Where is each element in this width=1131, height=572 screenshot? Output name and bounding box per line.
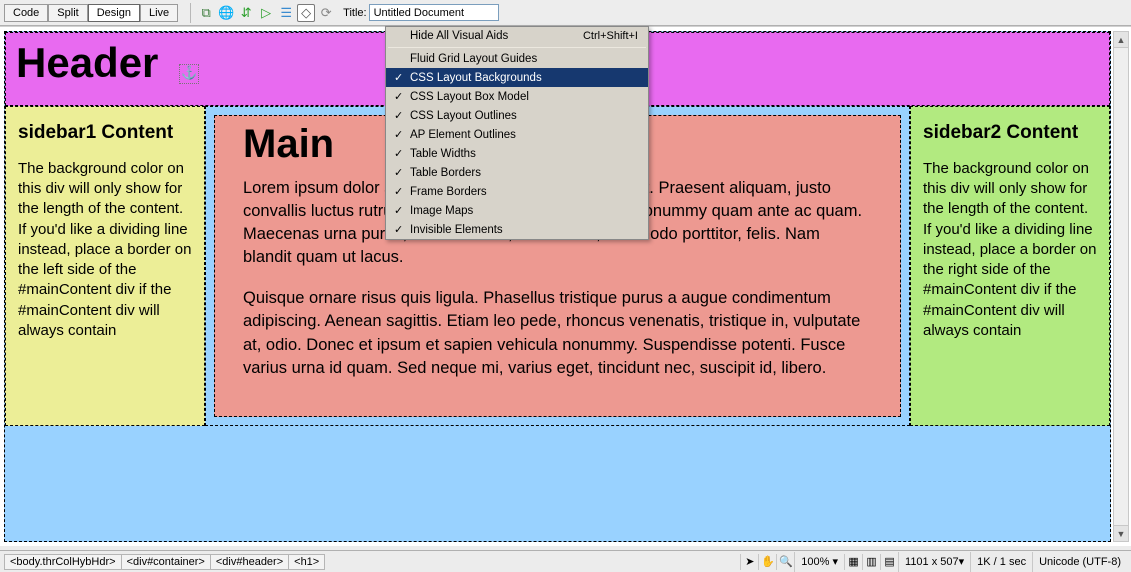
split-view-button[interactable]: Split	[48, 4, 87, 22]
menu-label: Image Maps	[410, 205, 638, 217]
menu-label: Frame Borders	[410, 186, 638, 198]
tag-body[interactable]: <body.thrColHybHdr>	[4, 554, 122, 570]
sidebar2-heading[interactable]: sidebar2 Content	[923, 121, 1097, 145]
tag-container[interactable]: <div#container>	[121, 554, 211, 570]
menu-item-table-borders[interactable]: ✓Table Borders	[386, 163, 648, 182]
select-tool-icon[interactable]: ➤	[740, 554, 758, 570]
menu-label: AP Element Outlines	[410, 129, 638, 141]
document-toolbar: Code Split Design Live ⧉ 🌐 ⇵ ▷ ☰ ◇ ⟳ Tit…	[0, 0, 1131, 26]
refresh-icon[interactable]: ⟳	[317, 4, 335, 22]
menu-item-css-layout-backgrounds[interactable]: ✓CSS Layout Backgrounds	[386, 68, 648, 87]
file-management-icon[interactable]: ⇵	[237, 4, 255, 22]
view-mode-3-icon[interactable]: ▤	[880, 554, 898, 570]
menu-label: Fluid Grid Layout Guides	[410, 53, 638, 65]
status-bar: <body.thrColHybHdr> <div#container> <div…	[0, 550, 1131, 572]
menu-shortcut: Ctrl+Shift+I	[583, 30, 638, 42]
menu-item-invisible-elements[interactable]: ✓Invisible Elements	[386, 220, 648, 239]
status-right-group: ➤ ✋ 🔍 100% ▾ ▦ ▥ ▤ 1101 x 507▾ 1K / 1 se…	[740, 552, 1131, 572]
check-icon: ✓	[394, 109, 410, 122]
zoom-tool-icon[interactable]: 🔍	[776, 554, 794, 570]
sidebar1-region[interactable]: sidebar1 Content The background color on…	[5, 106, 205, 426]
view-mode-group: Code Split Design Live	[4, 4, 178, 22]
anchor-marker-icon[interactable]: ⚓	[179, 64, 199, 84]
scroll-up-icon[interactable]: ▲	[1114, 32, 1128, 48]
hand-tool-icon[interactable]: ✋	[758, 554, 776, 570]
header-heading[interactable]: Header	[16, 39, 158, 87]
check-icon: ✓	[394, 90, 410, 103]
menu-item-css-layout-outlines[interactable]: ✓CSS Layout Outlines	[386, 106, 648, 125]
scroll-down-icon[interactable]: ▼	[1114, 525, 1128, 541]
menu-item-ap-element-outlines[interactable]: ✓AP Element Outlines	[386, 125, 648, 144]
menu-item-frame-borders[interactable]: ✓Frame Borders	[386, 182, 648, 201]
sidebar1-body[interactable]: The background color on this div will on…	[18, 159, 192, 341]
page-size: 1K / 1 sec	[970, 552, 1032, 572]
view-mode-1-icon[interactable]: ▦	[844, 554, 862, 570]
browser-list-icon[interactable]: ☰	[277, 4, 295, 22]
main-paragraph-2[interactable]: Quisque ornare risus quis ligula. Phasel…	[243, 287, 872, 379]
preview-icon[interactable]: ▷	[257, 4, 275, 22]
check-icon: ✓	[394, 185, 410, 198]
menu-label: Table Widths	[410, 148, 638, 160]
check-icon: ✓	[394, 223, 410, 236]
tag-h1[interactable]: <h1>	[288, 554, 325, 570]
sidebar2-region[interactable]: sidebar2 Content The background color on…	[910, 106, 1110, 426]
code-view-button[interactable]: Code	[4, 4, 48, 22]
menu-label: Hide All Visual Aids	[410, 30, 583, 42]
vertical-scrollbar[interactable]: ▲ ▼	[1113, 31, 1129, 542]
live-code-icon[interactable]: ⧉	[197, 4, 215, 22]
check-icon: ✓	[394, 166, 410, 179]
menu-item-fluid-grid-layout-guides[interactable]: Fluid Grid Layout Guides	[386, 50, 648, 68]
menu-label: CSS Layout Outlines	[410, 110, 638, 122]
menu-hide-all-visual-aids[interactable]: Hide All Visual Aids Ctrl+Shift+I	[386, 27, 648, 45]
menu-label: CSS Layout Box Model	[410, 91, 638, 103]
check-icon: ✓	[394, 204, 410, 217]
title-label: Title:	[343, 7, 366, 19]
design-view-button[interactable]: Design	[88, 4, 140, 22]
menu-item-image-maps[interactable]: ✓Image Maps	[386, 201, 648, 220]
menu-label: Table Borders	[410, 167, 638, 179]
menu-item-table-widths[interactable]: ✓Table Widths	[386, 144, 648, 163]
visual-aids-icon[interactable]: ◇	[297, 4, 315, 22]
visual-aids-menu: Hide All Visual Aids Ctrl+Shift+I Fluid …	[385, 26, 649, 240]
globe-icon[interactable]: 🌐	[217, 4, 235, 22]
menu-label: Invisible Elements	[410, 224, 638, 236]
check-icon: ✓	[394, 71, 410, 84]
sidebar2-body[interactable]: The background color on this div will on…	[923, 159, 1097, 341]
zoom-level[interactable]: 100% ▾	[794, 552, 844, 572]
tag-header[interactable]: <div#header>	[210, 554, 289, 570]
menu-label: CSS Layout Backgrounds	[410, 72, 638, 84]
menu-separator	[388, 47, 646, 48]
encoding: Unicode (UTF-8)	[1032, 552, 1127, 572]
toolbar-separator	[190, 3, 191, 23]
menu-item-css-layout-box-model[interactable]: ✓CSS Layout Box Model	[386, 87, 648, 106]
check-icon: ✓	[394, 128, 410, 141]
tag-selector-path: <body.thrColHybHdr> <div#container> <div…	[0, 554, 324, 570]
live-view-button[interactable]: Live	[140, 4, 178, 22]
check-icon: ✓	[394, 147, 410, 160]
sidebar1-heading[interactable]: sidebar1 Content	[18, 121, 192, 145]
window-dimensions[interactable]: 1101 x 507▾	[898, 552, 970, 572]
view-mode-2-icon[interactable]: ▥	[862, 554, 880, 570]
document-title-input[interactable]	[369, 4, 499, 21]
